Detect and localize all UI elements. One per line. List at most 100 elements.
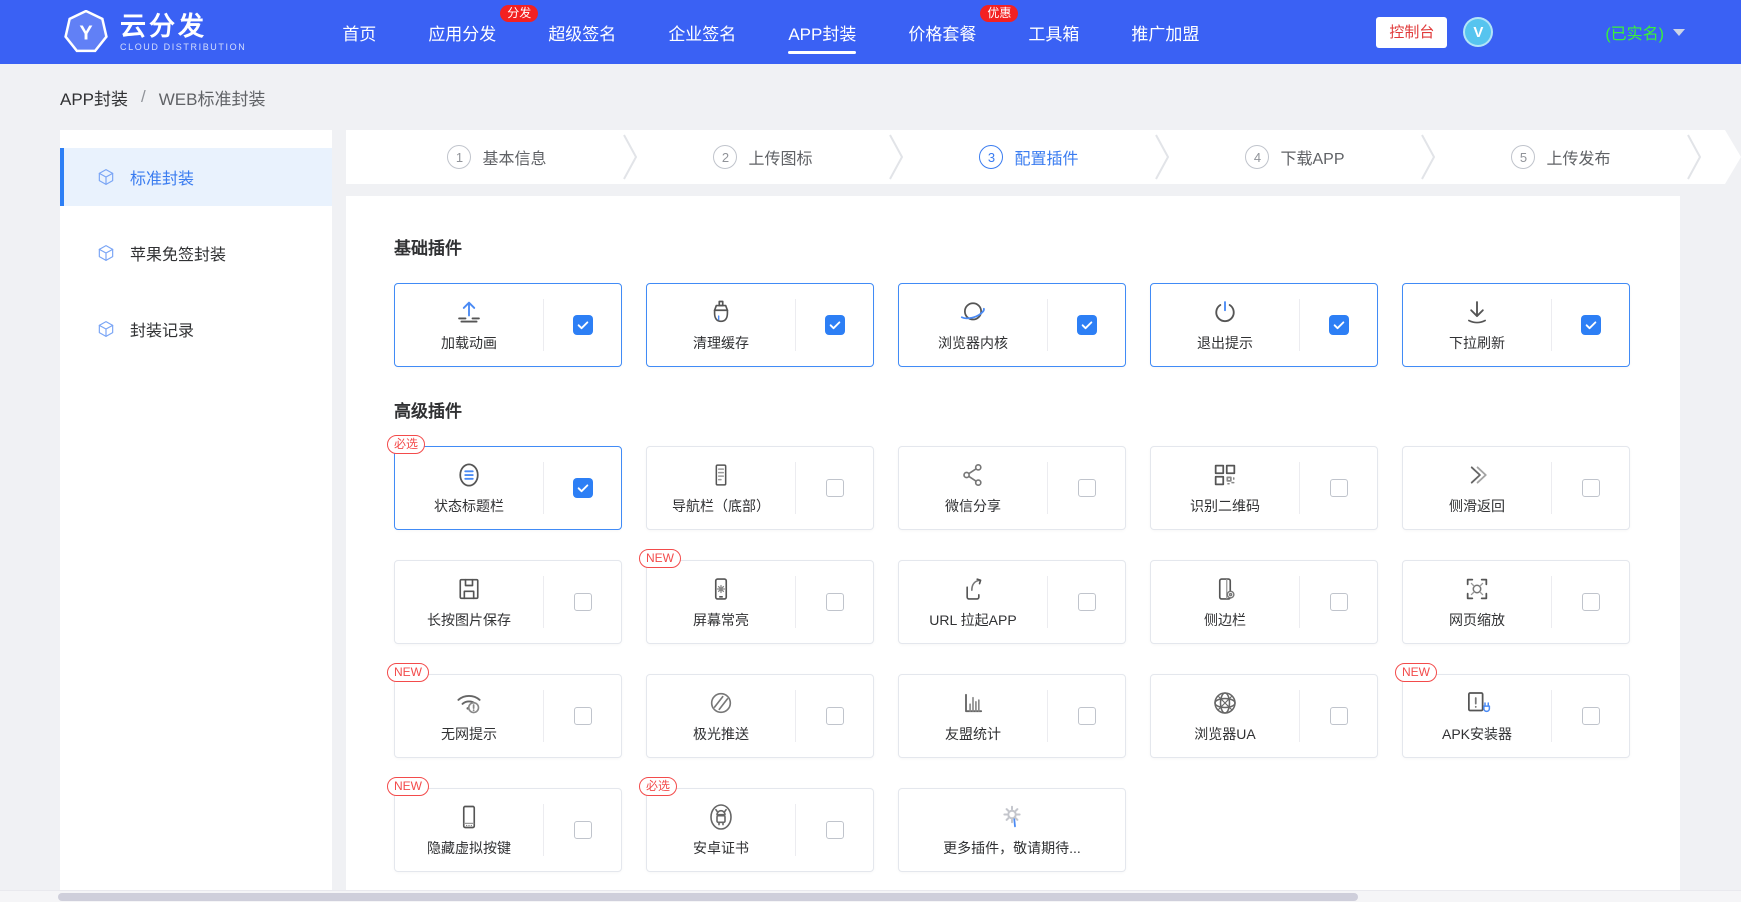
account-status-dropdown[interactable]: (已实名) [1605, 20, 1685, 44]
plugin-checkbox[interactable] [1329, 707, 1348, 725]
plugin-card[interactable]: NEW APK安装器 [1395, 663, 1630, 758]
plugin-checkbox[interactable] [1077, 593, 1096, 611]
plugin-checkbox[interactable] [1581, 479, 1600, 497]
plugin-card-main: URL 拉起APP [899, 574, 1047, 630]
plugin-checkbox[interactable] [572, 315, 593, 335]
plugin-checkbox[interactable] [825, 593, 844, 611]
nav-item-4[interactable]: 企业签名 [642, 0, 762, 64]
plugin-card[interactable]: 长按图片保存 [394, 560, 622, 644]
avatar[interactable]: V [1463, 17, 1494, 47]
plugin-checkbox[interactable] [572, 478, 593, 498]
plugin-card[interactable]: 更多插件，敬请期待... [898, 788, 1126, 872]
plugin-card[interactable]: 微信分享 [898, 446, 1126, 530]
plugin-badge: NEW [387, 777, 429, 796]
card-row: 长按图片保存 NEW 屏幕常亮 URL 拉起APP 侧边栏 网页缩放 [394, 549, 1632, 644]
nav-item-1[interactable]: 首页 [316, 0, 402, 64]
plugin-checkbox[interactable] [1328, 315, 1349, 335]
nav-item-label: APP封装 [788, 24, 857, 44]
plugin-card[interactable]: 极光推送 [646, 674, 874, 758]
plugin-label: 侧滑返回 [1449, 498, 1505, 514]
plugin-checkbox[interactable] [1329, 593, 1348, 611]
sidebar-item-2[interactable]: 苹果免签封装 [60, 224, 332, 282]
card-row: 必选 状态标题栏 导航栏（底部） 微信分享 识别二维码 侧滑返回 [387, 435, 1632, 530]
plugin-card-main: 清理缓存 [647, 297, 795, 353]
step-1[interactable]: 1 基本信息 [372, 145, 622, 169]
plugin-label: URL 拉起APP [929, 612, 1017, 628]
chevron-right-icon [888, 132, 904, 182]
plugin-card[interactable]: 退出提示 [1150, 283, 1378, 367]
plugin-card[interactable]: 识别二维码 [1150, 446, 1378, 530]
plugin-card[interactable]: 必选状态标题栏 [387, 435, 622, 530]
step-5[interactable]: 5 上传发布 [1436, 145, 1686, 169]
plugin-card[interactable]: 浏览器UA [1150, 674, 1378, 758]
horizontal-scrollbar-thumb[interactable] [58, 893, 1358, 901]
plugin-checkbox[interactable] [825, 479, 844, 497]
console-button[interactable]: 控制台 [1376, 16, 1448, 48]
nav-item-8[interactable]: 推广加盟 [1105, 0, 1225, 64]
nav-item-6[interactable]: 价格套餐 优惠 [882, 0, 1019, 64]
qrcode-scan-icon [1211, 460, 1239, 490]
plugin-card[interactable]: URL 拉起APP [898, 560, 1126, 644]
plugin-checkbox[interactable] [573, 593, 592, 611]
plugin-label: 隐藏虚拟按键 [427, 840, 511, 856]
nav-item-2[interactable]: 应用分发 分发 [402, 0, 539, 64]
plugin-badge: 必选 [387, 435, 426, 454]
nav-item-label: 工具箱 [1028, 24, 1080, 44]
checkbox-wrap [796, 315, 873, 335]
checkbox-wrap [796, 707, 873, 725]
browser-ua-icon [1210, 688, 1240, 718]
side-panel-icon [1211, 574, 1239, 604]
plugin-label: 退出提示 [1197, 335, 1253, 351]
plugin-card[interactable]: NEW 无网提示 [387, 663, 622, 758]
plugin-checkbox[interactable] [825, 707, 844, 725]
breadcrumb-section[interactable]: APP封装 [60, 85, 128, 110]
plugin-checkbox[interactable] [825, 821, 844, 839]
nav-item-7[interactable]: 工具箱 [1002, 0, 1105, 64]
plugin-card[interactable]: 下拉刷新 [1402, 283, 1630, 367]
step-4[interactable]: 4 下载APP [1170, 145, 1420, 169]
plugin-card-main: 加载动画 [395, 297, 543, 353]
plugin-label: 识别二维码 [1190, 498, 1260, 514]
step-3[interactable]: 3 配置插件 [904, 145, 1154, 169]
plugin-card[interactable]: 必选 安卓证书 [639, 777, 874, 872]
plugin-checkbox[interactable] [1076, 315, 1097, 335]
sidebar-item-1[interactable]: 标准封装 [60, 148, 332, 206]
nav-item-label: 价格套餐 [908, 24, 977, 44]
plugin-card-main: 状态标题栏 [395, 460, 543, 516]
horizontal-scrollbar-track[interactable] [0, 890, 1741, 902]
checkbox-wrap [796, 479, 873, 497]
plugin-card[interactable]: 友盟统计 [898, 674, 1126, 758]
plugin-card[interactable]: 网页缩放 [1402, 560, 1630, 644]
plugin-checkbox[interactable] [573, 707, 592, 725]
step-2[interactable]: 2 上传图标 [638, 145, 888, 169]
plugin-checkbox[interactable] [1581, 707, 1600, 725]
app-logo[interactable]: Y 云分发 CLOUD DISTRIBUTION [64, 10, 246, 54]
plugin-card[interactable]: NEW 屏幕常亮 [639, 549, 874, 644]
chevron-down-icon [1673, 28, 1685, 36]
plugin-checkbox[interactable] [573, 821, 592, 839]
plugin-card[interactable]: 浏览器内核 [898, 283, 1126, 367]
plugin-card[interactable]: NEW 隐藏虚拟按键 [387, 777, 622, 872]
nav-item-3[interactable]: 超级签名 [522, 0, 642, 64]
swipe-back-icon [1463, 460, 1491, 490]
plugin-checkbox[interactable] [824, 315, 845, 335]
plugin-card[interactable]: 加载动画 [394, 283, 622, 367]
plugin-checkbox[interactable] [1581, 593, 1600, 611]
checkbox-wrap [1552, 315, 1629, 335]
plugin-card[interactable]: 清理缓存 [646, 283, 874, 367]
plugin-badge: NEW [1395, 663, 1437, 682]
plugin-card[interactable]: 侧滑返回 [1402, 446, 1630, 530]
bottom-nav-icon [707, 460, 735, 490]
plugin-checkbox[interactable] [1329, 479, 1348, 497]
plugin-checkbox[interactable] [1077, 479, 1096, 497]
plugin-checkbox[interactable] [1077, 707, 1096, 725]
nav-item-5[interactable]: APP封装 [762, 0, 882, 64]
plugin-card[interactable]: 侧边栏 [1150, 560, 1378, 644]
plugin-card[interactable]: 导航栏（底部） [646, 446, 874, 530]
checkbox-wrap [1048, 593, 1125, 611]
plugin-label: 安卓证书 [693, 840, 749, 856]
plugin-checkbox[interactable] [1580, 315, 1601, 335]
step-label: 上传发布 [1546, 151, 1611, 168]
sidebar-item-3[interactable]: 封装记录 [60, 300, 332, 358]
top-navbar: Y 云分发 CLOUD DISTRIBUTION 首页 应用分发 分发 超级签名 企业签… [0, 0, 1741, 64]
